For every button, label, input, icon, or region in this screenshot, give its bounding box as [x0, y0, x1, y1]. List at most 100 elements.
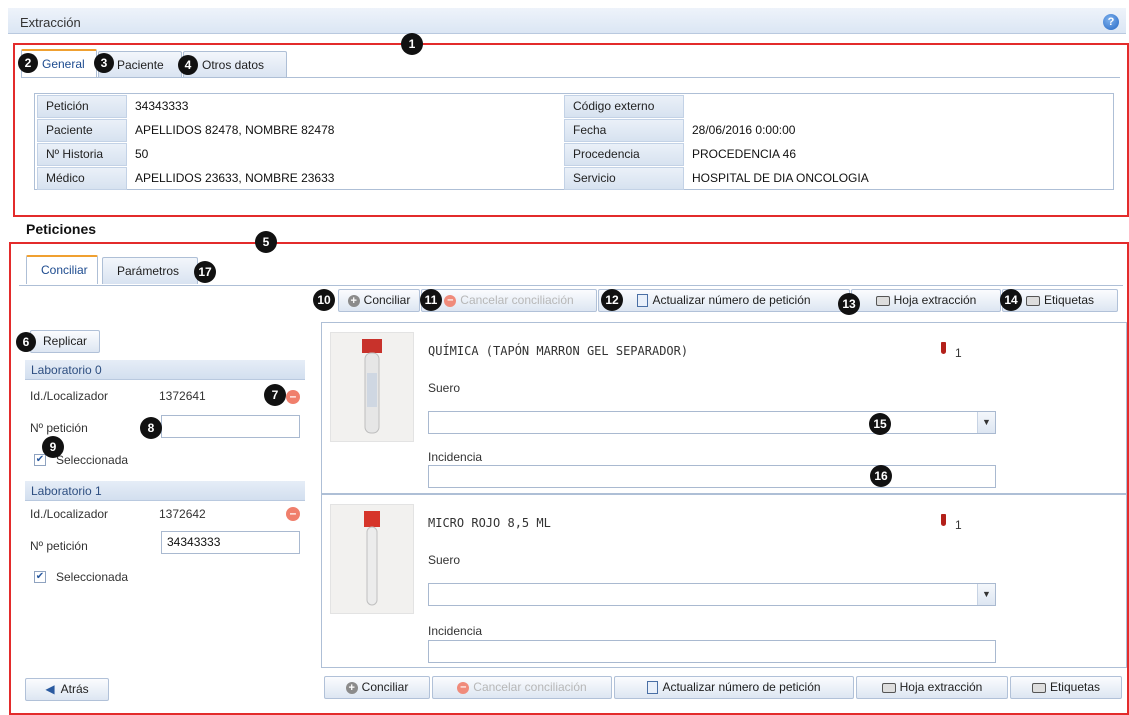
field-value-peticion: 34343333 [135, 99, 189, 113]
lab-1-id-value: 1372642 [159, 507, 206, 521]
hoja-extraccion-button[interactable]: Hoja extracción [851, 289, 1001, 312]
etiquetas-button-bottom[interactable]: Etiquetas [1010, 676, 1122, 699]
field-label-fecha: Fecha [564, 119, 684, 142]
document-icon [637, 294, 649, 308]
tube-image-0 [330, 332, 414, 442]
tab-conciliar[interactable]: Conciliar [26, 255, 98, 284]
cancelar-conciliacion-button-bottom[interactable]: – Cancelar conciliación [432, 676, 612, 699]
callout-badge-15: 15 [869, 413, 891, 435]
lab-1-selected-label: Seleccionada [56, 570, 129, 584]
document-icon [647, 681, 659, 695]
lab-1-num-input[interactable]: 34343333 [161, 531, 300, 554]
atras-label: Atrás [60, 682, 89, 696]
tube-icon [364, 511, 380, 606]
printer-icon [1025, 295, 1040, 306]
lab-0-num-input[interactable] [161, 415, 300, 438]
field-value-procedencia: PROCEDENCIA 46 [692, 147, 797, 161]
tube-1-count-icon [941, 514, 946, 526]
lab-0-num-label: Nº petición [30, 421, 88, 435]
lab-0-id-value: 1372641 [159, 389, 206, 403]
tube-0-name: QUÍMICA (TAPÓN MARRON GEL SEPARADOR) [428, 344, 689, 358]
window-title: Extracción [20, 15, 81, 30]
conciliar-button[interactable]: + Conciliar [338, 289, 420, 312]
lab-0-selected-checkbox[interactable]: ✔ [34, 454, 46, 466]
tab-otros-datos-label: Otros datos [202, 58, 265, 72]
back-arrow-icon: ◀ [45, 682, 55, 696]
callout-badge-14: 14 [1000, 289, 1022, 311]
peticiones-title: Peticiones [26, 221, 97, 237]
remove-icon: – [457, 681, 470, 694]
cancelar-conciliacion-button[interactable]: – Cancelar conciliación [421, 289, 597, 312]
tube-0-incidencia-input[interactable] [428, 465, 996, 488]
lab-1-selected-checkbox[interactable]: ✔ [34, 571, 46, 583]
etiquetas-label: Etiquetas [1043, 293, 1095, 307]
tube-1-suero-select[interactable]: ▼ [428, 583, 996, 606]
field-label-procedencia: Procedencia [564, 143, 684, 166]
callout-badge-7: 7 [264, 384, 286, 406]
tube-icon [362, 339, 382, 434]
callout-badge-2: 2 [18, 53, 38, 73]
tube-0-count: 1 [955, 346, 962, 360]
actualizar-numero-button[interactable]: Actualizar número de petición [598, 289, 850, 312]
printer-icon [1031, 682, 1046, 693]
field-label-peticion: Petición [37, 95, 127, 118]
hoja-extraccion-label: Hoja extracción [893, 293, 977, 307]
lab-0-remove-icon[interactable]: – [286, 390, 300, 404]
tab-parametros-label: Parámetros [117, 264, 180, 278]
help-icon[interactable]: ? [1103, 14, 1119, 30]
callout-badge-5: 5 [255, 231, 277, 253]
callout-badge-3: 3 [94, 53, 114, 73]
tab-paciente-label: Paciente [117, 58, 164, 72]
conciliar-button-bottom[interactable]: + Conciliar [324, 676, 430, 699]
lab-1-remove-icon[interactable]: – [286, 507, 300, 521]
header-tab-baseline [21, 77, 1120, 78]
tube-1-incidencia-input[interactable] [428, 640, 996, 663]
replicar-button[interactable]: Replicar [30, 330, 100, 353]
tube-1-count: 1 [955, 518, 962, 532]
etiquetas-bottom-label: Etiquetas [1049, 680, 1101, 694]
tube-1-incidencia-label: Incidencia [428, 624, 483, 638]
callout-badge-16: 16 [870, 465, 892, 487]
field-value-codigo-externo [684, 95, 1104, 118]
field-label-medico: Médico [37, 167, 127, 190]
field-value-historia: 50 [135, 147, 149, 161]
chevron-down-icon[interactable]: ▼ [977, 412, 995, 433]
cancelar-conciliacion-bottom-label: Cancelar conciliación [473, 680, 587, 694]
tube-0-suero-select[interactable]: ▼ [428, 411, 996, 434]
hoja-extraccion-button-bottom[interactable]: Hoja extracción [856, 676, 1008, 699]
tube-image-1 [330, 504, 414, 614]
printer-icon [875, 295, 890, 306]
remove-icon: – [444, 294, 457, 307]
callout-badge-11: 11 [420, 289, 442, 311]
callout-badge-10: 10 [313, 289, 335, 311]
field-label-codigo-externo: Código externo [564, 95, 684, 118]
callout-badge-12: 12 [601, 289, 623, 311]
actualizar-numero-bottom-label: Actualizar número de petición [662, 680, 821, 694]
hoja-extraccion-bottom-label: Hoja extracción [899, 680, 983, 694]
callout-badge-17: 17 [194, 261, 216, 283]
atras-button[interactable]: ◀ Atrás [25, 678, 109, 701]
tab-general-label: General [42, 57, 85, 71]
callout-badge-9: 9 [42, 436, 64, 458]
tab-conciliar-label: Conciliar [41, 263, 88, 277]
tube-0-incidencia-label: Incidencia [428, 450, 483, 464]
field-value-medico: APELLIDOS 23633, NOMBRE 23633 [135, 171, 335, 185]
tab-otros-datos[interactable]: Otros datos [183, 51, 287, 78]
lab-1-id-label: Id./Localizador [30, 507, 109, 521]
field-value-servicio: HOSPITAL DE DIA ONCOLOGIA [692, 171, 869, 185]
conciliar-button-label: Conciliar [363, 293, 411, 307]
actualizar-numero-label: Actualizar número de petición [652, 293, 811, 307]
lab-0-selected-label: Seleccionada [56, 453, 129, 467]
tube-1-suero-label: Suero [428, 553, 461, 567]
lab-0-header: Laboratorio 0 [25, 360, 305, 380]
tube-0-suero-label: Suero [428, 381, 461, 395]
add-icon: + [347, 294, 360, 307]
actualizar-numero-button-bottom[interactable]: Actualizar número de petición [614, 676, 854, 699]
callout-badge-8: 8 [140, 417, 162, 439]
tab-parametros[interactable]: Parámetros [102, 257, 198, 284]
field-value-paciente: APELLIDOS 82478, NOMBRE 82478 [135, 123, 335, 137]
field-label-paciente: Paciente [37, 119, 127, 142]
peticiones-tab-baseline [19, 285, 1123, 286]
cancelar-conciliacion-label: Cancelar conciliación [460, 293, 574, 307]
chevron-down-icon[interactable]: ▼ [977, 584, 995, 605]
